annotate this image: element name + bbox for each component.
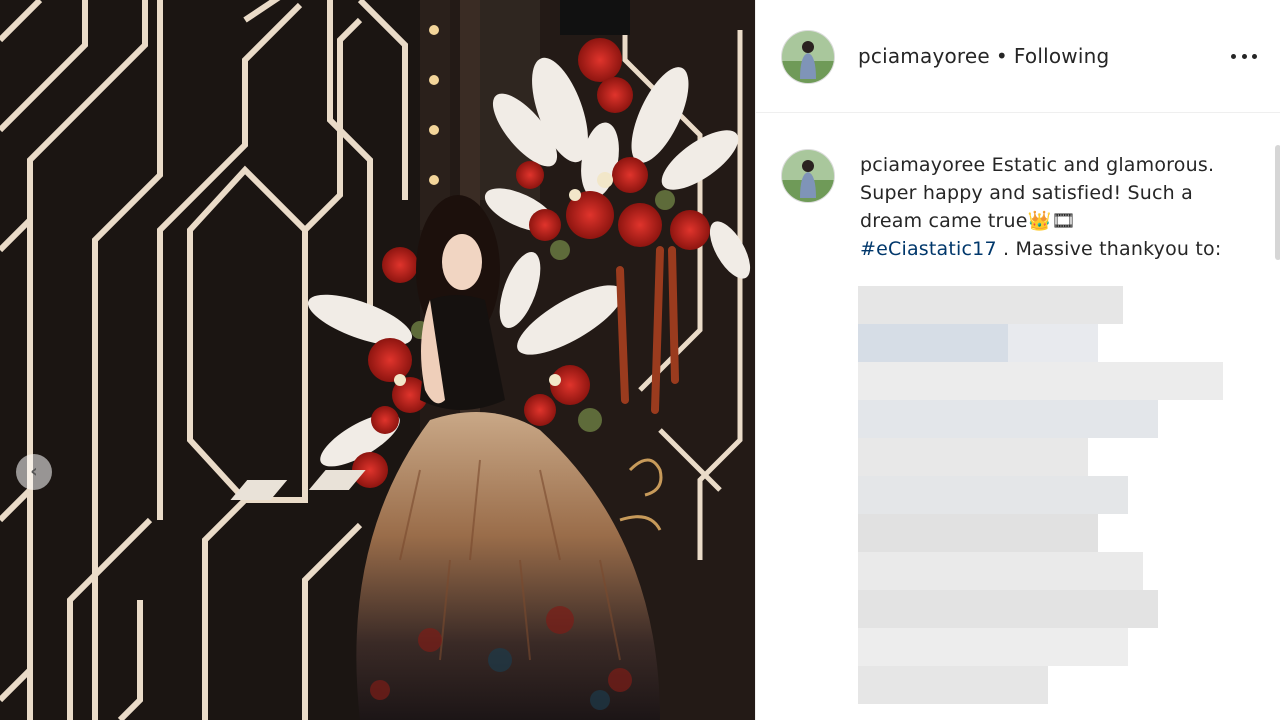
post-photo[interactable]: ‹ — [0, 0, 755, 720]
caption-line-3: dream came true👑🎞 — [860, 210, 1076, 232]
avatar[interactable] — [781, 30, 835, 84]
post-header: pciamayoree • Following — [756, 0, 1280, 113]
caption-text: pciamayoree Estatic and glamorous. Super… — [860, 151, 1260, 263]
post-side-panel: pciamayoree • Following pciamayoree Estati… — [755, 0, 1280, 720]
pixelated-blur-region — [858, 286, 1228, 706]
avatar-image — [782, 150, 834, 202]
avatar-image — [782, 31, 834, 83]
caption-avatar[interactable] — [781, 149, 835, 203]
header-username-link[interactable]: pciamayoree — [858, 44, 990, 68]
chevron-left-icon: ‹ — [30, 461, 38, 482]
dot-2 — [1241, 53, 1247, 59]
caption-line-4-rest: . Massive thankyou to: — [996, 238, 1222, 260]
caption-username-link[interactable]: pciamayoree — [860, 154, 985, 176]
caption-area: pciamayoree Estatic and glamorous. Super… — [756, 113, 1280, 720]
header-user-line: pciamayoree • Following — [858, 44, 1109, 68]
photo-image — [0, 0, 755, 720]
more-horizontal-icon[interactable] — [1231, 44, 1257, 68]
following-button[interactable]: Following — [1014, 44, 1109, 68]
separator-dot: • — [995, 44, 1008, 68]
caption-scrollbar[interactable] — [1275, 145, 1280, 260]
previous-photo-button[interactable]: ‹ — [16, 454, 52, 490]
caption-line-1-text: Estatic and glamorous. — [991, 154, 1215, 176]
hashtag-link[interactable]: #eCiastatic17 — [860, 238, 997, 260]
caption-line-1: pciamayoree Estatic and glamorous. — [860, 151, 1260, 179]
caption-line-2: Super happy and satisfied! Such a — [860, 182, 1193, 204]
caption-line-4: #eCiastatic17 . Massive thankyou to: — [860, 235, 1260, 263]
dot-1 — [1231, 53, 1236, 59]
dot-3 — [1252, 53, 1257, 59]
